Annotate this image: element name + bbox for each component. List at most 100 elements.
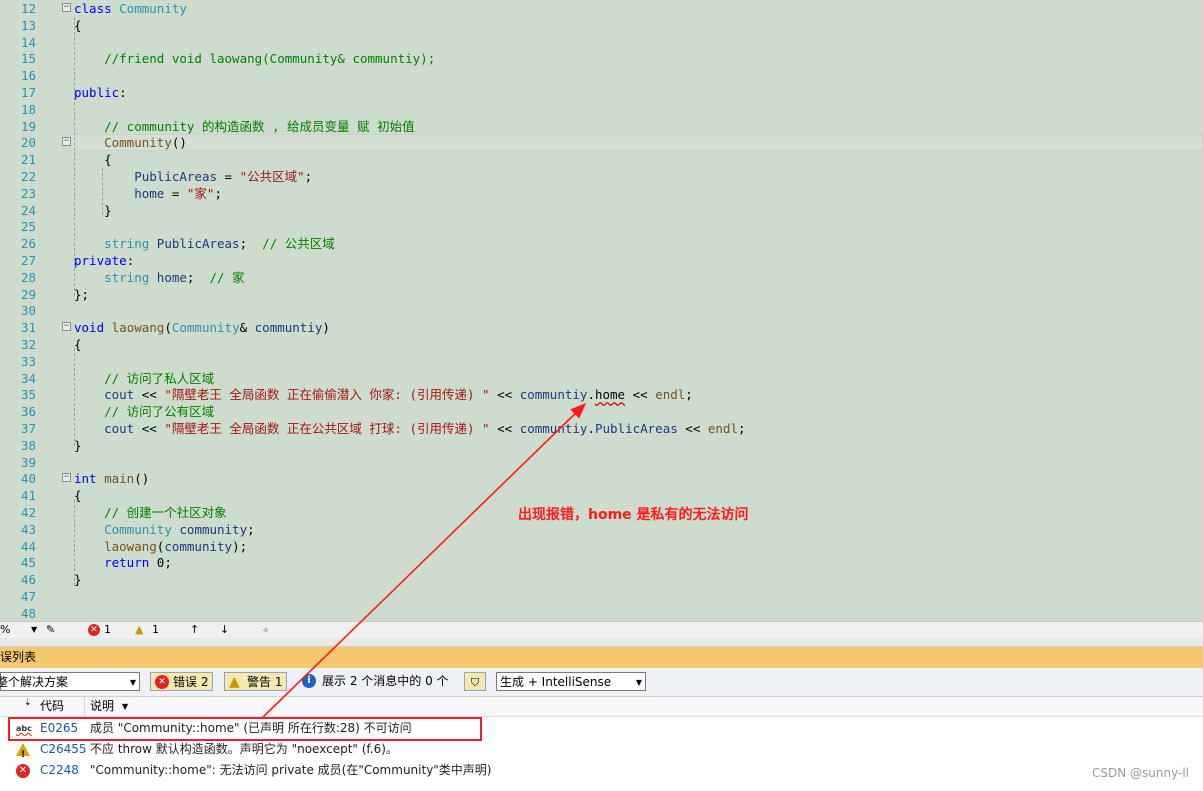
code-line[interactable]: 35 cout << "隔壁老王 全局函数 正在偷偷潜入 你家: (引用传递) …	[0, 386, 1203, 403]
line-number: 16	[20, 68, 36, 84]
code-text: string home; // 家	[104, 269, 245, 285]
scope-dropdown[interactable]: 整个解决方案 ▼	[0, 672, 140, 691]
code-line[interactable]: 24 }	[0, 202, 1203, 219]
code-line[interactable]: 31 − void laowang(Community& communtiy)	[0, 319, 1203, 336]
code-line[interactable]: 25	[0, 218, 1203, 235]
code-line[interactable]: 20 − Community()	[0, 134, 1203, 151]
line-number: 45	[20, 555, 36, 571]
build-filter-dropdown[interactable]: 生成 + IntelliSense ▼	[496, 672, 646, 691]
code-text: public:	[74, 85, 127, 100]
line-number: 39	[20, 454, 36, 470]
error-count[interactable]: 1	[104, 623, 111, 636]
code-text: class Community	[74, 1, 187, 16]
zoom-dropdown-icon[interactable]: ▼	[31, 625, 37, 634]
code-line[interactable]: 48	[0, 605, 1203, 621]
code-line[interactable]: 38}	[0, 437, 1203, 454]
error-code[interactable]: C26455	[40, 739, 87, 760]
code-line[interactable]: 18	[0, 101, 1203, 118]
line-number: 35	[20, 387, 36, 403]
code-line[interactable]: 32 {	[0, 336, 1203, 353]
code-line[interactable]: 29};	[0, 286, 1203, 303]
code-line[interactable]: 39	[0, 454, 1203, 471]
warnings-filter-button[interactable]: ▲ 警告 1	[224, 672, 288, 691]
code-line[interactable]: 13 {	[0, 17, 1203, 34]
code-line[interactable]: 44 laowang(community);	[0, 538, 1203, 555]
info-icon: i	[302, 674, 316, 688]
code-line[interactable]: 17 public:	[0, 84, 1203, 101]
fold-toggle-icon[interactable]: −	[62, 322, 71, 332]
code-line[interactable]: 41 {	[0, 487, 1203, 504]
line-number: 17	[20, 85, 36, 100]
line-number: 40	[20, 471, 36, 487]
code-text: //friend void laowang(Community& communt…	[104, 51, 436, 67]
messages-filter-button[interactable]: i 展示 2 个消息中的 0 个	[300, 672, 449, 691]
errors-filter-button[interactable]: ✕ 错误 2	[150, 672, 214, 691]
fold-toggle-icon[interactable]: −	[62, 137, 71, 147]
code-editor[interactable]: 12− class Community 13{14 15 //friend void …	[0, 0, 1203, 621]
warning-icon	[16, 743, 30, 766]
health-icon[interactable]: ✎	[46, 623, 55, 636]
sort-icon[interactable]: ⇣	[24, 694, 32, 713]
code-line[interactable]: 37 cout << "隔壁老王 全局函数 正在公共区域 打球: (引用传递) …	[0, 420, 1203, 437]
code-line[interactable]: 47	[0, 588, 1203, 605]
code-line[interactable]: 12 − class Community	[0, 0, 1203, 17]
warning-count[interactable]: 1	[152, 623, 159, 636]
column-header-desc[interactable]: 说明	[90, 697, 114, 716]
code-text: PublicAreas = "公共区域";	[134, 169, 313, 184]
code-line[interactable]: 23 home = "家";	[0, 185, 1203, 202]
code-line[interactable]: 22 PublicAreas = "公共区域";	[0, 168, 1203, 185]
error-row[interactable]: C26455 不应 throw 默认构造函数。声明它为 "noexcept" (…	[0, 739, 1203, 766]
line-number: 46	[20, 572, 36, 588]
line-number: 24	[20, 202, 36, 218]
code-line[interactable]: 40 − int main()	[0, 470, 1203, 487]
line-number: 36	[20, 404, 36, 420]
panel-splitter[interactable]	[0, 638, 1203, 647]
code-line[interactable]: 45 return 0;	[0, 554, 1203, 571]
code-line[interactable]: 19 // community 的构造函数 , 给成员变量 赋 初始值	[0, 118, 1203, 135]
scroll-left-icon[interactable]: ◂	[262, 623, 268, 636]
code-line[interactable]: 46}	[0, 571, 1203, 588]
code-text: // community 的构造函数 , 给成员变量 赋 初始值	[104, 118, 415, 134]
line-number: 19	[20, 118, 36, 134]
error-count-icon: ✕	[88, 624, 100, 636]
line-number: 37	[20, 421, 36, 436]
column-divider[interactable]	[84, 697, 85, 716]
code-line[interactable]: 27 private:	[0, 252, 1203, 269]
code-line[interactable]: 33	[0, 353, 1203, 370]
line-number: 44	[20, 538, 36, 554]
code-text: }	[74, 202, 112, 218]
line-number: 12	[20, 1, 36, 16]
editor-status-bar: % ▼ ✎ ✕ 1 ▲ 1 ↑ ↓ ◂	[0, 621, 1203, 639]
warning-icon: ▲	[229, 674, 240, 690]
code-line[interactable]: 28 string home; // 家	[0, 269, 1203, 286]
fold-toggle-icon[interactable]: −	[62, 3, 71, 12]
error-list-toolbar: 整个解决方案 ▼ ✕ 错误 2 ▲ 警告 1 i 展示 2 个消息中的 0 个 ⛉…	[0, 668, 1203, 697]
arrow-down-icon[interactable]: ↓	[220, 623, 229, 636]
code-line[interactable]: 30	[0, 302, 1203, 319]
code-text: string PublicAreas; // 公共区域	[104, 236, 335, 252]
code-line[interactable]: 21 {	[0, 151, 1203, 168]
error-code[interactable]: C2248	[40, 760, 79, 781]
line-number: 30	[20, 303, 36, 319]
line-number: 25	[20, 219, 36, 235]
arrow-up-icon[interactable]: ↑	[190, 623, 199, 636]
code-line[interactable]: 26 string PublicAreas; // 公共区域	[0, 235, 1203, 252]
error-description: "Community::home": 无法访问 private 成员(在"Com…	[90, 763, 492, 777]
filter-button[interactable]: ⛉	[464, 672, 486, 691]
code-line[interactable]: 15 //friend void laowang(Community& comm…	[0, 50, 1203, 67]
error-row[interactable]: ✕ C2248 "Community::home": 无法访问 private …	[0, 760, 1203, 781]
column-header-code[interactable]: 代码	[40, 697, 64, 716]
code-line[interactable]: 14	[0, 34, 1203, 51]
code-line[interactable]: 16	[0, 67, 1203, 84]
code-text: }	[74, 437, 82, 453]
zoom-level[interactable]: %	[0, 623, 10, 636]
code-text: void laowang(Community& communtiy)	[74, 320, 330, 336]
chevron-down-icon[interactable]: ▼	[122, 697, 128, 716]
code-text: laowang(community);	[104, 538, 248, 554]
error-icon: ✕	[155, 675, 169, 689]
filter-icon: ⛉	[470, 676, 480, 689]
fold-toggle-icon[interactable]: −	[62, 473, 71, 483]
code-line[interactable]: 34 // 访问了私人区域	[0, 370, 1203, 387]
code-line[interactable]: 36 // 访问了公有区域	[0, 403, 1203, 420]
line-number: 21	[20, 152, 36, 168]
